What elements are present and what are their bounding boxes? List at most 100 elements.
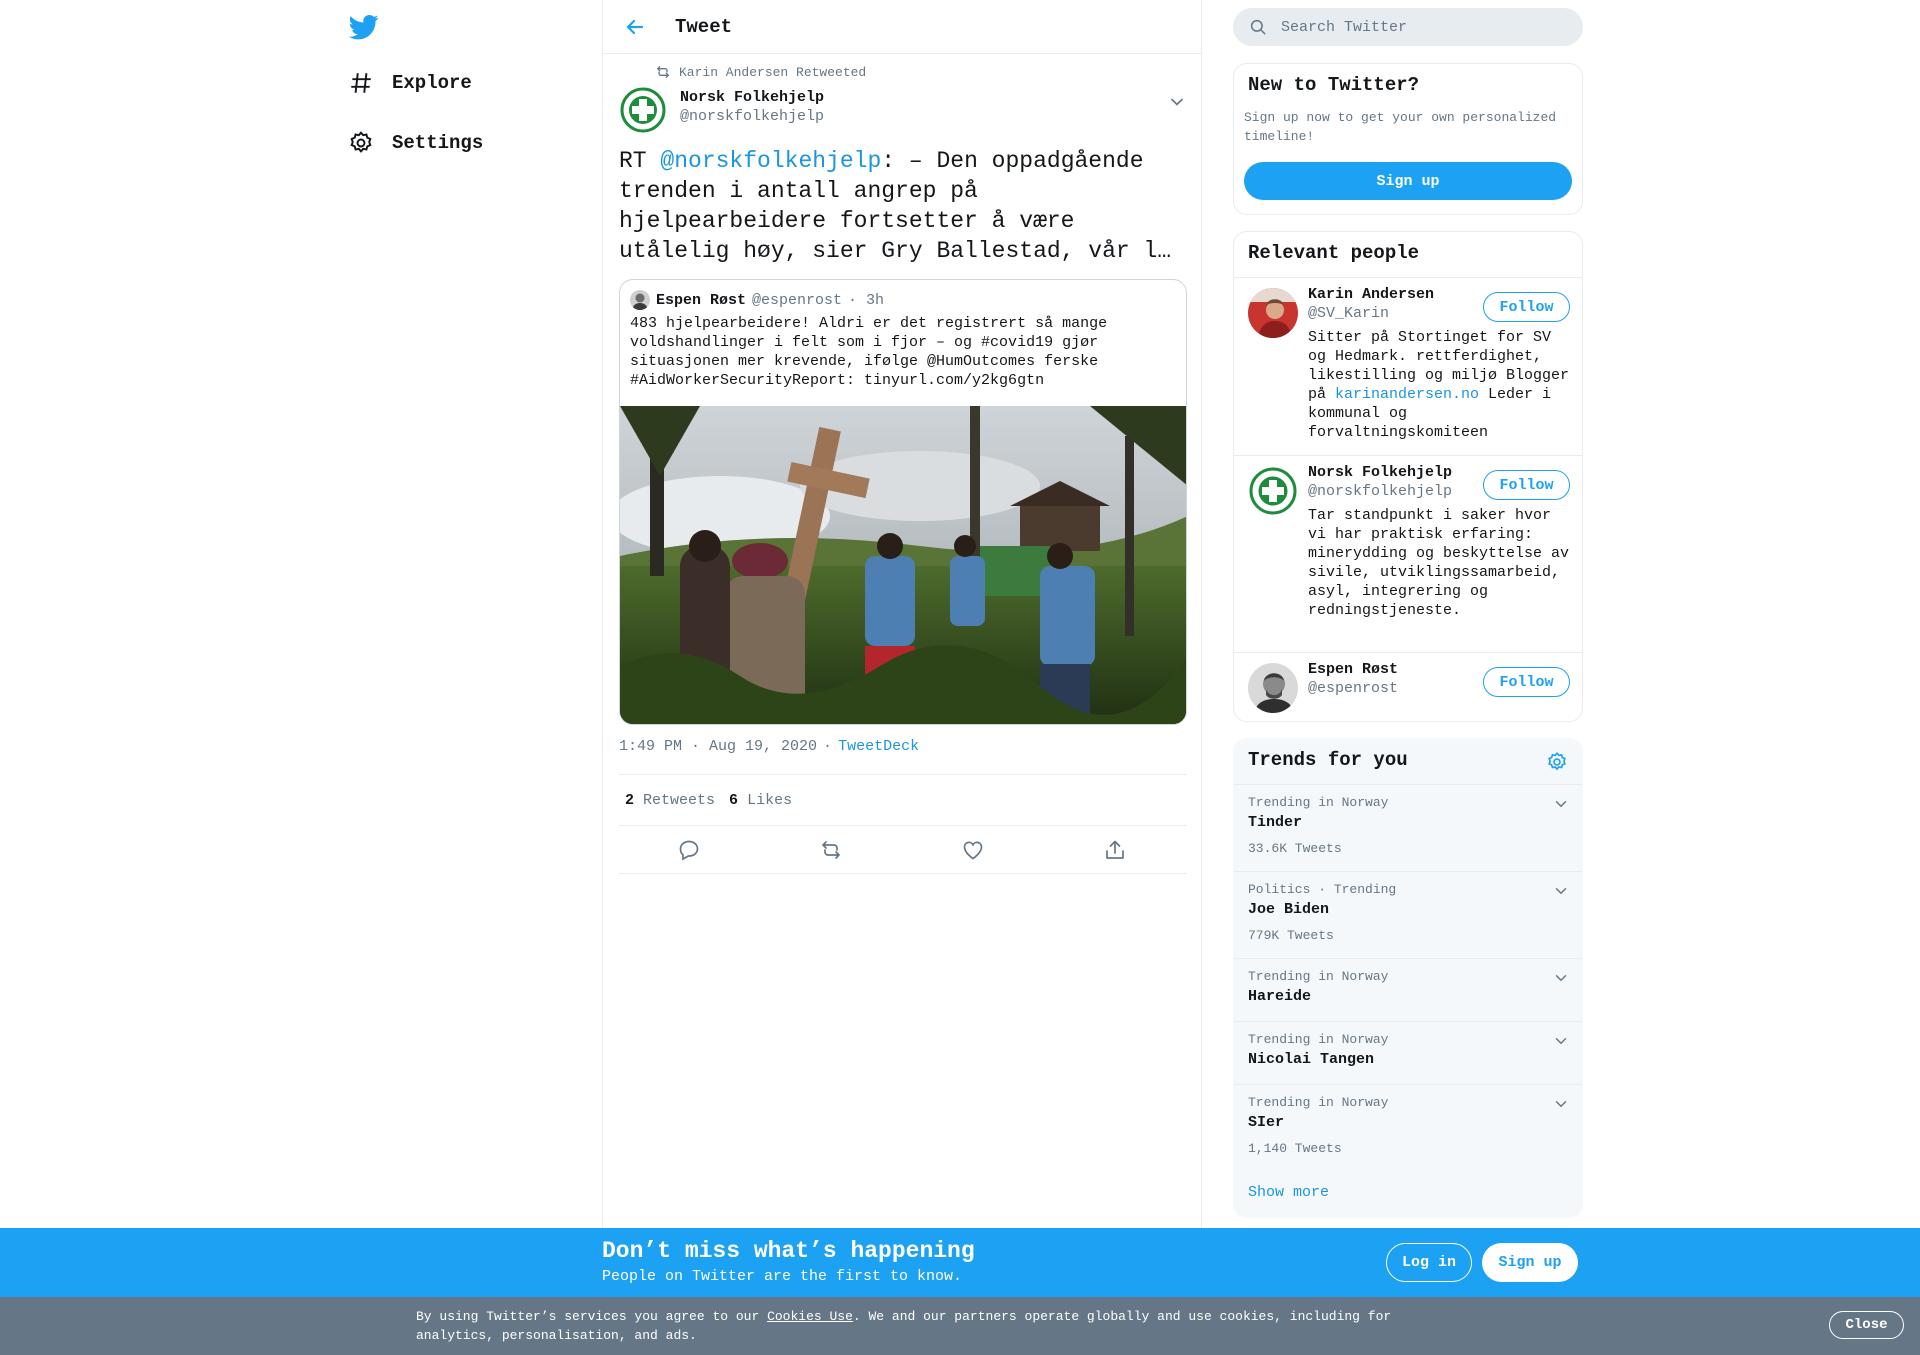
avatar[interactable] (1248, 466, 1298, 516)
tweet-text-prefix: RT (619, 148, 661, 174)
nav-settings-label: Settings (392, 132, 484, 154)
tweet-column: Tweet Karin Andersen Retweeted Norsk Fol… (602, 0, 1202, 1355)
chevron-down-icon[interactable] (1552, 795, 1570, 813)
trend-item[interactable]: Trending in Norway Tinder 33.6K Tweets (1234, 784, 1582, 871)
sign-up-button[interactable]: Sign up (1482, 1243, 1578, 1282)
tweet-author: Norsk Folkehjelp @norskfolkehjelp (619, 86, 1187, 134)
person-bio: Tar standpunkt i saker hvor vi har prakt… (1308, 507, 1570, 619)
author-handle[interactable]: @norskfolkehjelp (680, 108, 824, 125)
trend-name: Tinder (1248, 814, 1303, 831)
chevron-down-icon[interactable] (1552, 882, 1570, 900)
nav-settings[interactable]: Settings (348, 130, 483, 156)
author-name[interactable]: Norsk Folkehjelp (680, 89, 824, 106)
follow-button[interactable]: Follow (1483, 292, 1570, 322)
quoted-tweet[interactable]: Espen Røst @espenrost · 3h 483 hjelpearb… (619, 279, 1187, 725)
person-name[interactable]: Karin Andersen (1308, 286, 1434, 303)
like-icon[interactable] (961, 838, 985, 862)
tweet-meta: 1:49 PM · Aug 19, 2020 · TweetDeck (619, 738, 919, 755)
trend-name: SIer (1248, 1114, 1285, 1131)
person-handle[interactable]: @SV_Karin (1308, 305, 1389, 322)
tweet-text: RT @norskfolkehjelp: – Den oppadgående t… (619, 146, 1187, 266)
twitter-logo-icon[interactable] (348, 12, 380, 42)
chevron-down-icon[interactable] (1552, 969, 1570, 987)
trend-count: 33.6K Tweets (1248, 841, 1342, 856)
avatar[interactable] (1248, 288, 1298, 338)
page-title: Tweet (675, 15, 733, 38)
trend-item[interactable]: Trending in Norway SIer 1,140 Tweets (1234, 1084, 1582, 1171)
person-handle[interactable]: @norskfolkehjelp (1308, 483, 1452, 500)
tweet-header: Tweet (603, 0, 1201, 54)
person-handle[interactable]: @espenrost (1308, 680, 1398, 697)
back-arrow-icon[interactable] (623, 15, 647, 39)
trend-count: 779K Tweets (1248, 928, 1334, 943)
trends-card: Trends for you Trending in Norway Tinder… (1233, 738, 1583, 1218)
chevron-down-icon[interactable] (1167, 92, 1187, 112)
person-name[interactable]: Espen Røst (1308, 661, 1398, 678)
gear-icon[interactable] (1546, 751, 1568, 773)
chevron-down-icon[interactable] (1552, 1032, 1570, 1050)
card-title: New to Twitter? (1248, 74, 1420, 96)
likes-stat[interactable]: 6 Likes (729, 792, 792, 809)
cookie-text: By using Twitter’s services you agree to… (416, 1307, 1416, 1345)
log-in-button[interactable]: Log in (1386, 1243, 1472, 1282)
relevant-people-card: Relevant people Karin Andersen @SV_Karin… (1233, 231, 1583, 722)
banner-title: Don’t miss what’s happening (602, 1238, 975, 1264)
trend-item[interactable]: Trending in Norway Hareide (1234, 958, 1582, 1021)
avatar[interactable] (619, 86, 667, 134)
meta-separator: · (823, 738, 833, 755)
follow-button[interactable]: Follow (1483, 470, 1570, 500)
trend-item[interactable]: Politics · Trending Joe Biden 779K Tweet… (1234, 871, 1582, 958)
trend-name: Hareide (1248, 988, 1312, 1005)
cookie-text-start: By using Twitter’s services you agree to… (416, 1309, 768, 1324)
sign-up-button[interactable]: Sign up (1244, 162, 1572, 200)
quoted-time: · 3h (848, 291, 885, 309)
tweet-source-link[interactable]: TweetDeck (838, 738, 919, 755)
tweet-mention-link[interactable]: @norskfolkehjelp (660, 148, 881, 174)
gear-icon (348, 130, 374, 156)
new-to-twitter-card: New to Twitter? Sign up now to get your … (1233, 63, 1583, 215)
card-title: Relevant people (1248, 242, 1420, 264)
follow-button[interactable]: Follow (1483, 667, 1570, 697)
trend-count: 1,140 Tweets (1248, 1141, 1342, 1156)
chevron-down-icon[interactable] (1552, 1095, 1570, 1113)
quoted-tweet-text: 483 hjelpearbeidere! Aldri er det regist… (630, 315, 1108, 389)
nav-explore-label: Explore (392, 72, 472, 94)
close-button[interactable]: Close (1829, 1311, 1904, 1339)
retweets-label: Retweets (643, 791, 716, 809)
share-icon[interactable] (1103, 838, 1127, 862)
avatar[interactable] (1248, 663, 1298, 713)
nav-explore[interactable]: Explore (348, 70, 472, 96)
retweeted-by-label[interactable]: Karin Andersen Retweeted (679, 65, 866, 80)
trend-context: Trending in Norway (1248, 969, 1389, 984)
trend-context: Trending in Norway (1248, 1032, 1389, 1047)
bio-link[interactable]: karinandersen.no (1335, 386, 1479, 403)
reply-icon[interactable] (677, 838, 701, 862)
likes-count: 6 (729, 791, 739, 809)
retweet-context: Karin Andersen Retweeted (655, 64, 866, 80)
retweet-icon (655, 64, 671, 80)
trend-context: Trending in Norway (1248, 1095, 1389, 1110)
quoted-tweet-photo[interactable] (620, 406, 1186, 724)
trend-item[interactable]: Trending in Norway Nicolai Tangen (1234, 1021, 1582, 1084)
person-item[interactable]: Espen Røst @espenrost Follow (1234, 652, 1582, 721)
banner-subtitle: People on Twitter are the first to know. (602, 1268, 963, 1285)
trend-context: Trending in Norway (1248, 795, 1389, 810)
tweet-actions (619, 826, 1187, 874)
show-more-link[interactable]: Show more (1248, 1184, 1329, 1201)
cookies-use-link[interactable]: Cookies Use (767, 1309, 853, 1324)
trend-name: Nicolai Tangen (1248, 1051, 1375, 1068)
retweets-stat[interactable]: 2 Retweets (625, 792, 715, 809)
hashtag-icon (348, 70, 374, 96)
signup-banner: Don’t miss what’s happening People on Tw… (0, 1228, 1920, 1297)
trend-context: Politics · Trending (1248, 882, 1397, 897)
search-box[interactable] (1233, 8, 1583, 46)
quoted-author-handle: @espenrost (752, 291, 843, 309)
person-item[interactable]: Karin Andersen @SV_Karin Follow Sitter p… (1234, 277, 1582, 455)
search-icon (1249, 18, 1267, 36)
tweet-stats: 2 Retweets 6 Likes (619, 774, 1187, 826)
person-item[interactable]: Norsk Folkehjelp @norskfolkehjelp Follow… (1234, 455, 1582, 652)
tweet-timestamp[interactable]: 1:49 PM · Aug 19, 2020 (619, 738, 817, 755)
retweet-icon[interactable] (819, 838, 843, 862)
search-input[interactable] (1281, 18, 1561, 36)
person-name[interactable]: Norsk Folkehjelp (1308, 464, 1452, 481)
